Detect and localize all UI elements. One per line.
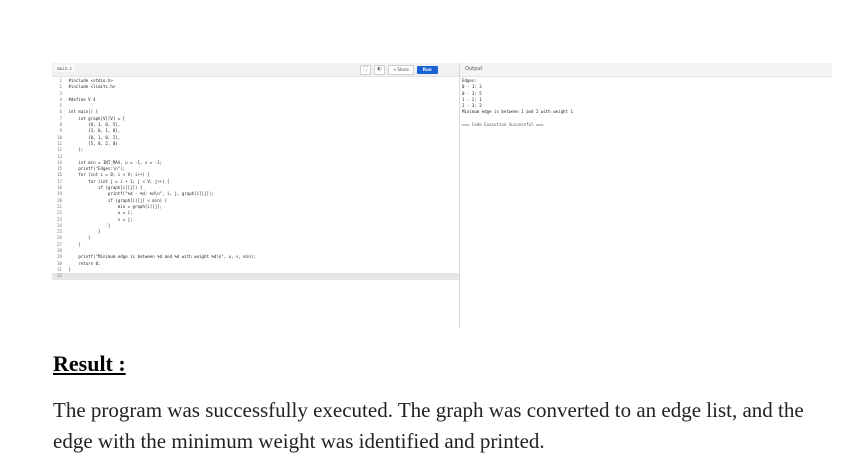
code-text: #define V 4 bbox=[66, 96, 96, 102]
file-tab[interactable]: main.c bbox=[54, 65, 76, 72]
output-title: Output bbox=[465, 66, 483, 72]
result-heading: Result : bbox=[53, 351, 126, 376]
code-text: }; bbox=[66, 147, 84, 153]
editor-toolbar: ⛶ ◐ < Share Run bbox=[360, 64, 438, 75]
execution-status: === Code Execution Successful === bbox=[462, 122, 544, 128]
share-button[interactable]: < Share bbox=[388, 64, 414, 75]
compiler-screenshot: main.c ⛶ ◐ < Share Run 1 #include <stdio.… bbox=[52, 63, 832, 328]
code-text: } bbox=[66, 241, 81, 247]
code-text: return 0; bbox=[66, 260, 101, 266]
fullscreen-icon[interactable]: ⛶ bbox=[360, 64, 371, 75]
result-text: The program was successfully executed. T… bbox=[53, 398, 804, 453]
line-number: 32 bbox=[57, 273, 62, 279]
share-icon: < bbox=[393, 67, 397, 72]
theme-icon[interactable]: ◐ bbox=[374, 64, 385, 75]
code-text: } bbox=[66, 266, 71, 272]
output-panel: Output Edges: 0 - 1: 3 0 - 3: 5 1 - 2: 1… bbox=[460, 63, 832, 328]
share-label: Share bbox=[397, 67, 409, 72]
code-text: #include <limits.h> bbox=[66, 84, 116, 90]
code-line[interactable]: 32 bbox=[52, 273, 459, 280]
output-header: Output bbox=[460, 63, 832, 77]
code-editor: main.c ⛶ ◐ < Share Run 1 #include <stdio.… bbox=[52, 63, 460, 328]
editor-tab-bar: main.c ⛶ ◐ < Share Run bbox=[52, 63, 459, 77]
output-console: Edges: 0 - 1: 3 0 - 3: 5 1 - 2: 1 2 - 3:… bbox=[460, 78, 573, 128]
run-button[interactable]: Run bbox=[416, 65, 438, 74]
code-lines[interactable]: 1 #include <stdio.h> 2 #include <limits.h… bbox=[52, 78, 459, 280]
